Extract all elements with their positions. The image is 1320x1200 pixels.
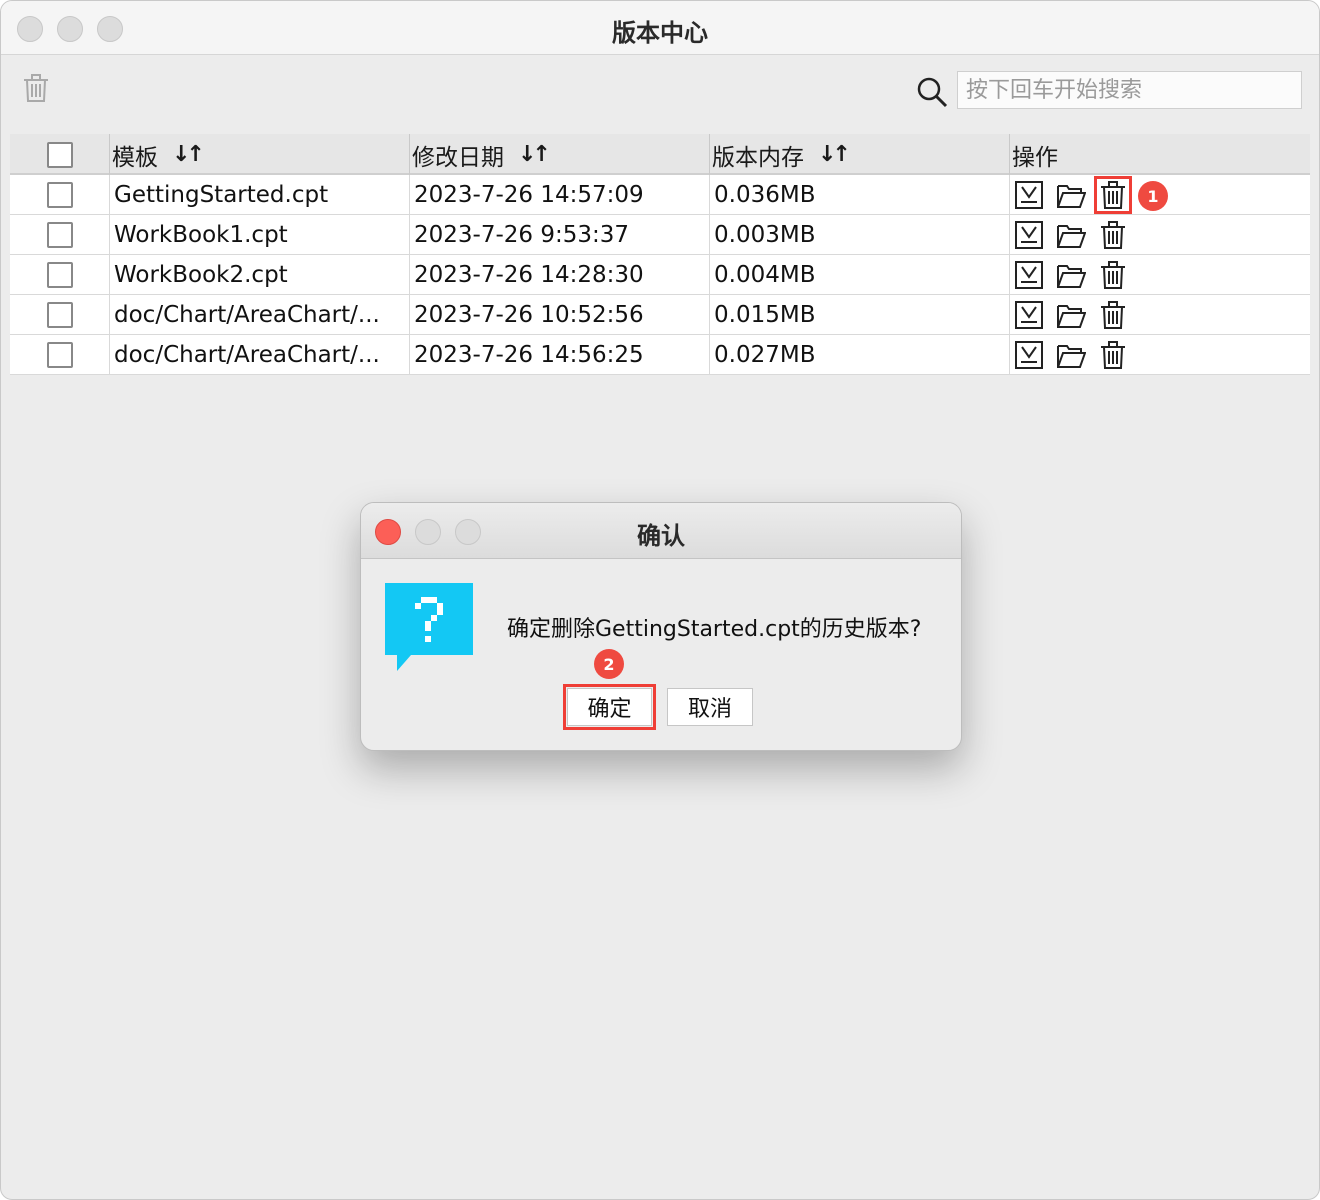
row-select-cell — [10, 215, 109, 254]
download-icon[interactable] — [1014, 220, 1044, 250]
search-input[interactable] — [957, 71, 1302, 109]
step-badge-2: 2 — [594, 649, 624, 679]
table-row[interactable]: WorkBook1.cpt 2023-7-26 9:53:37 0.003MB — [10, 215, 1310, 255]
row-checkbox[interactable] — [46, 181, 73, 208]
search-icon[interactable] — [915, 75, 949, 109]
download-icon[interactable] — [1014, 300, 1044, 330]
template-name-cell: GettingStarted.cpt — [109, 175, 409, 214]
table-header: 模板 ↓↑ 修改日期 ↓↑ 版本内存 ↓↑ 操作 — [10, 134, 1310, 175]
dialog-message: 确定删除GettingStarted.cpt的历史版本? — [507, 617, 922, 642]
template-name-cell: doc/Chart/AreaChart/... — [109, 335, 409, 374]
trash-icon[interactable] — [1094, 175, 1132, 214]
folder-open-icon[interactable] — [1056, 300, 1087, 330]
trash-icon[interactable] — [1098, 300, 1128, 330]
title-bar: 版本中心 — [1, 1, 1319, 55]
version-table: 模板 ↓↑ 修改日期 ↓↑ 版本内存 ↓↑ 操作 GettingStarted.… — [10, 134, 1310, 375]
column-header-modified-date[interactable]: 修改日期 ↓↑ — [409, 134, 709, 175]
modified-date-cell: 2023-7-26 9:53:37 — [409, 215, 709, 254]
select-all-cell — [10, 134, 109, 175]
modified-date-cell: 2023-7-26 10:52:56 — [409, 295, 709, 334]
version-size-cell: 0.015MB — [709, 295, 1009, 334]
template-name-cell: WorkBook1.cpt — [109, 215, 409, 254]
actions-cell — [1009, 215, 1310, 254]
sort-icon[interactable]: ↓↑ — [172, 142, 205, 167]
question-icon — [385, 583, 475, 675]
row-checkbox[interactable] — [46, 221, 73, 248]
version-size-cell: 0.027MB — [709, 335, 1009, 374]
version-size-cell: 0.036MB — [709, 175, 1009, 214]
dialog-title-bar: 确认 — [361, 503, 961, 559]
column-header-template[interactable]: 模板 ↓↑ — [109, 134, 409, 175]
trash-icon[interactable] — [1098, 260, 1128, 290]
download-icon[interactable] — [1014, 180, 1044, 210]
folder-open-icon[interactable] — [1056, 340, 1087, 370]
row-select-cell — [10, 175, 109, 214]
table-row[interactable]: GettingStarted.cpt 2023-7-26 14:57:09 0.03… — [10, 175, 1310, 215]
batch-delete-trash-icon[interactable] — [21, 73, 51, 103]
confirm-button[interactable]: 确定 — [563, 684, 656, 730]
actions-cell — [1009, 335, 1310, 374]
actions-cell — [1009, 295, 1310, 334]
actions-cell — [1009, 255, 1310, 294]
download-icon[interactable] — [1014, 340, 1044, 370]
version-size-cell: 0.004MB — [709, 255, 1009, 294]
cancel-button[interactable]: 取消 — [667, 688, 753, 726]
sort-icon[interactable]: ↓↑ — [518, 142, 551, 167]
trash-icon[interactable] — [1098, 220, 1128, 250]
table-row[interactable]: doc/Chart/AreaChart/... 2023-7-26 10:52:5… — [10, 295, 1310, 335]
modified-date-cell: 2023-7-26 14:28:30 — [409, 255, 709, 294]
folder-open-icon[interactable] — [1056, 180, 1087, 210]
table-row[interactable]: doc/Chart/AreaChart/... 2023-7-26 14:56:2… — [10, 335, 1310, 375]
row-checkbox[interactable] — [46, 301, 73, 328]
sort-icon[interactable]: ↓↑ — [818, 142, 851, 167]
trash-icon[interactable] — [1098, 340, 1128, 370]
window-title: 版本中心 — [612, 19, 708, 47]
confirm-dialog: 确认 确定删除GettingStarted.cpt的历史版本? 2 确定 取消 — [360, 502, 962, 751]
column-header-label: 修改日期 — [412, 144, 504, 171]
modified-date-cell: 2023-7-26 14:57:09 — [409, 175, 709, 214]
version-center-window: 版本中心 模板 ↓↑ — [0, 0, 1320, 1200]
template-name-cell: doc/Chart/AreaChart/... — [109, 295, 409, 334]
folder-open-icon[interactable] — [1056, 220, 1087, 250]
download-icon[interactable] — [1014, 260, 1044, 290]
column-header-actions: 操作 — [1009, 134, 1310, 175]
table-body: GettingStarted.cpt 2023-7-26 14:57:09 0.03… — [10, 175, 1310, 375]
step-badge-1: 1 — [1138, 181, 1168, 211]
row-checkbox[interactable] — [46, 261, 73, 288]
row-checkbox[interactable] — [46, 341, 73, 368]
dialog-title: 确认 — [637, 522, 685, 550]
version-size-cell: 0.003MB — [709, 215, 1009, 254]
row-select-cell — [10, 335, 109, 374]
column-header-label: 操作 — [1012, 144, 1058, 171]
row-select-cell — [10, 295, 109, 334]
column-header-label: 模板 — [112, 144, 158, 171]
column-header-version-size[interactable]: 版本内存 ↓↑ — [709, 134, 1009, 175]
folder-open-icon[interactable] — [1056, 260, 1087, 290]
template-name-cell: WorkBook2.cpt — [109, 255, 409, 294]
table-row[interactable]: WorkBook2.cpt 2023-7-26 14:28:30 0.004MB — [10, 255, 1310, 295]
row-select-cell — [10, 255, 109, 294]
modified-date-cell: 2023-7-26 14:56:25 — [409, 335, 709, 374]
column-header-label: 版本内存 — [712, 144, 804, 171]
select-all-checkbox[interactable] — [46, 141, 73, 168]
